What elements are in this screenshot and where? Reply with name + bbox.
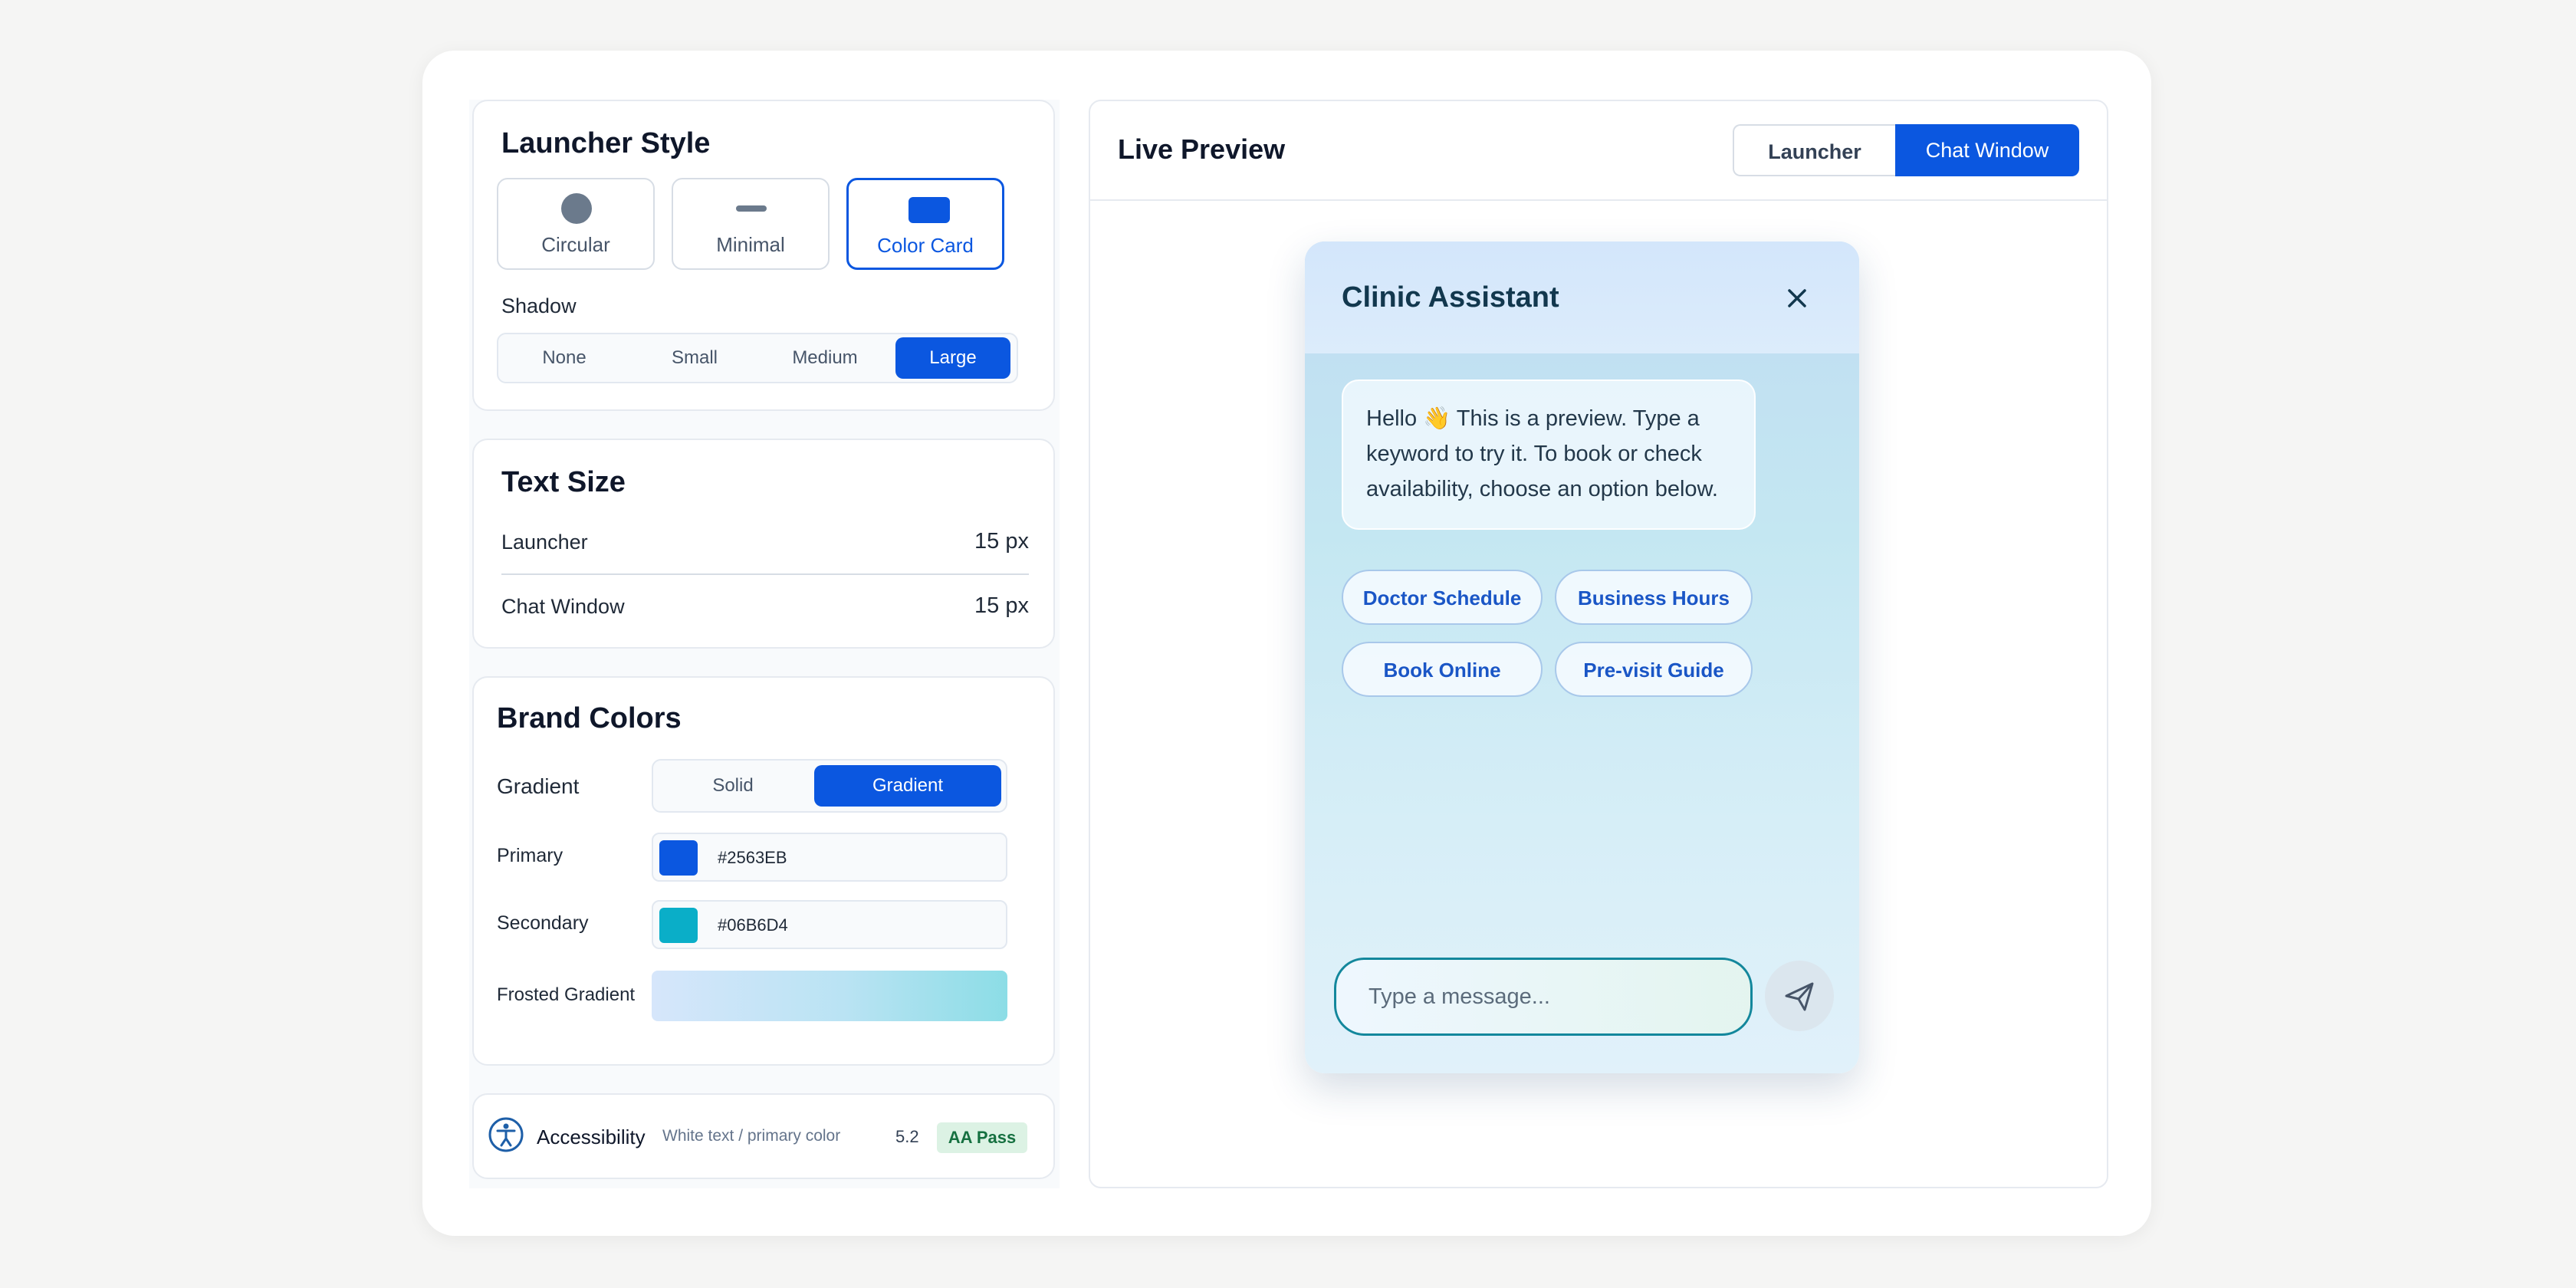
primary-color-hex: #2563EB (718, 848, 787, 867)
shadow-option-none[interactable]: None (501, 337, 627, 379)
aa-pass-badge: AA Pass (937, 1122, 1027, 1153)
accessibility-icon (488, 1117, 524, 1152)
chat-title: Clinic Assistant (1342, 281, 1559, 314)
quick-reply-book-online[interactable]: Book Online (1342, 642, 1543, 697)
color-mode-label: Gradient (497, 774, 580, 798)
shadow-option-small[interactable]: Small (632, 337, 757, 379)
accessibility-card: Accessibility White text / primary color… (472, 1093, 1055, 1179)
text-size-chat-window-value[interactable]: 15 px (974, 593, 1029, 619)
primary-color-label: Primary (497, 845, 564, 866)
frosted-gradient-preview[interactable] (652, 971, 1007, 1021)
tab-chat-window[interactable]: Chat Window (1895, 124, 2079, 176)
message-input-placeholder: Type a message... (1368, 984, 1550, 1009)
preview-tabs: Launcher Chat Window (1733, 124, 2079, 176)
shadow-option-medium[interactable]: Medium (762, 337, 888, 379)
secondary-color-swatch[interactable] (659, 908, 698, 943)
launcher-style-title: Launcher Style (501, 127, 711, 159)
brand-colors-card: Brand Colors Gradient Solid Gradient Pri… (472, 676, 1055, 1066)
text-size-launcher-value[interactable]: 15 px (974, 529, 1029, 554)
shadow-option-large[interactable]: Large (895, 337, 1010, 379)
style-option-label: Minimal (716, 233, 785, 256)
chat-header: Clinic Assistant (1305, 242, 1859, 353)
tab-launcher[interactable]: Launcher (1733, 124, 1895, 176)
live-preview-title: Live Preview (1118, 133, 1286, 165)
text-size-title: Text Size (501, 466, 626, 498)
preview-divider (1090, 199, 2107, 201)
brand-colors-title: Brand Colors (497, 702, 682, 734)
primary-color-field[interactable]: #2563EB (652, 833, 1007, 882)
text-size-launcher-label: Launcher (501, 531, 588, 554)
color-mode-selector: Solid Gradient (652, 759, 1007, 813)
quick-reply-pre-visit-guide[interactable]: Pre-visit Guide (1555, 642, 1753, 697)
color-mode-gradient[interactable]: Gradient (814, 765, 1001, 807)
text-size-card: Text Size Launcher 15 px Chat Window 15 … (472, 439, 1055, 649)
message-input[interactable]: Type a message... (1334, 958, 1753, 1036)
secondary-color-label: Secondary (497, 912, 589, 934)
divider (501, 573, 1029, 575)
close-icon[interactable] (1779, 280, 1815, 317)
shadow-selector: None Small Medium Large (497, 333, 1018, 383)
bot-message-bubble: Hello 👋 This is a preview. Type a keywor… (1342, 380, 1756, 530)
send-icon (1785, 982, 1814, 1011)
color-mode-solid[interactable]: Solid (656, 765, 810, 807)
shadow-label: Shadow (501, 294, 577, 317)
secondary-color-field[interactable]: #06B6D4 (652, 900, 1007, 949)
style-option-label: Circular (541, 233, 610, 256)
accessibility-description: White text / primary color (662, 1127, 841, 1145)
accessibility-label: Accessibility (537, 1125, 646, 1148)
secondary-color-hex: #06B6D4 (718, 915, 788, 935)
dash-shape-icon (736, 205, 767, 212)
text-size-chat-window-label: Chat Window (501, 595, 625, 618)
contrast-ratio: 5.2 (895, 1127, 919, 1146)
frosted-gradient-label: Frosted Gradient (497, 984, 636, 1005)
quick-reply-doctor-schedule[interactable]: Doctor Schedule (1342, 570, 1543, 625)
style-option-minimal[interactable]: Minimal (672, 178, 830, 270)
circle-shape-icon (561, 193, 592, 224)
style-option-circular[interactable]: Circular (497, 178, 655, 270)
quick-reply-business-hours[interactable]: Business Hours (1555, 570, 1753, 625)
primary-color-swatch[interactable] (659, 840, 698, 876)
send-button[interactable] (1765, 961, 1834, 1031)
chat-window-preview: Clinic Assistant Hello 👋 This is a previ… (1305, 242, 1859, 1073)
style-option-color-card[interactable]: Color Card (846, 178, 1004, 270)
launcher-style-card: Launcher Style Circular Minimal Color Ca… (472, 100, 1055, 411)
rectangle-shape-icon (909, 197, 950, 223)
style-option-label: Color Card (877, 234, 974, 257)
